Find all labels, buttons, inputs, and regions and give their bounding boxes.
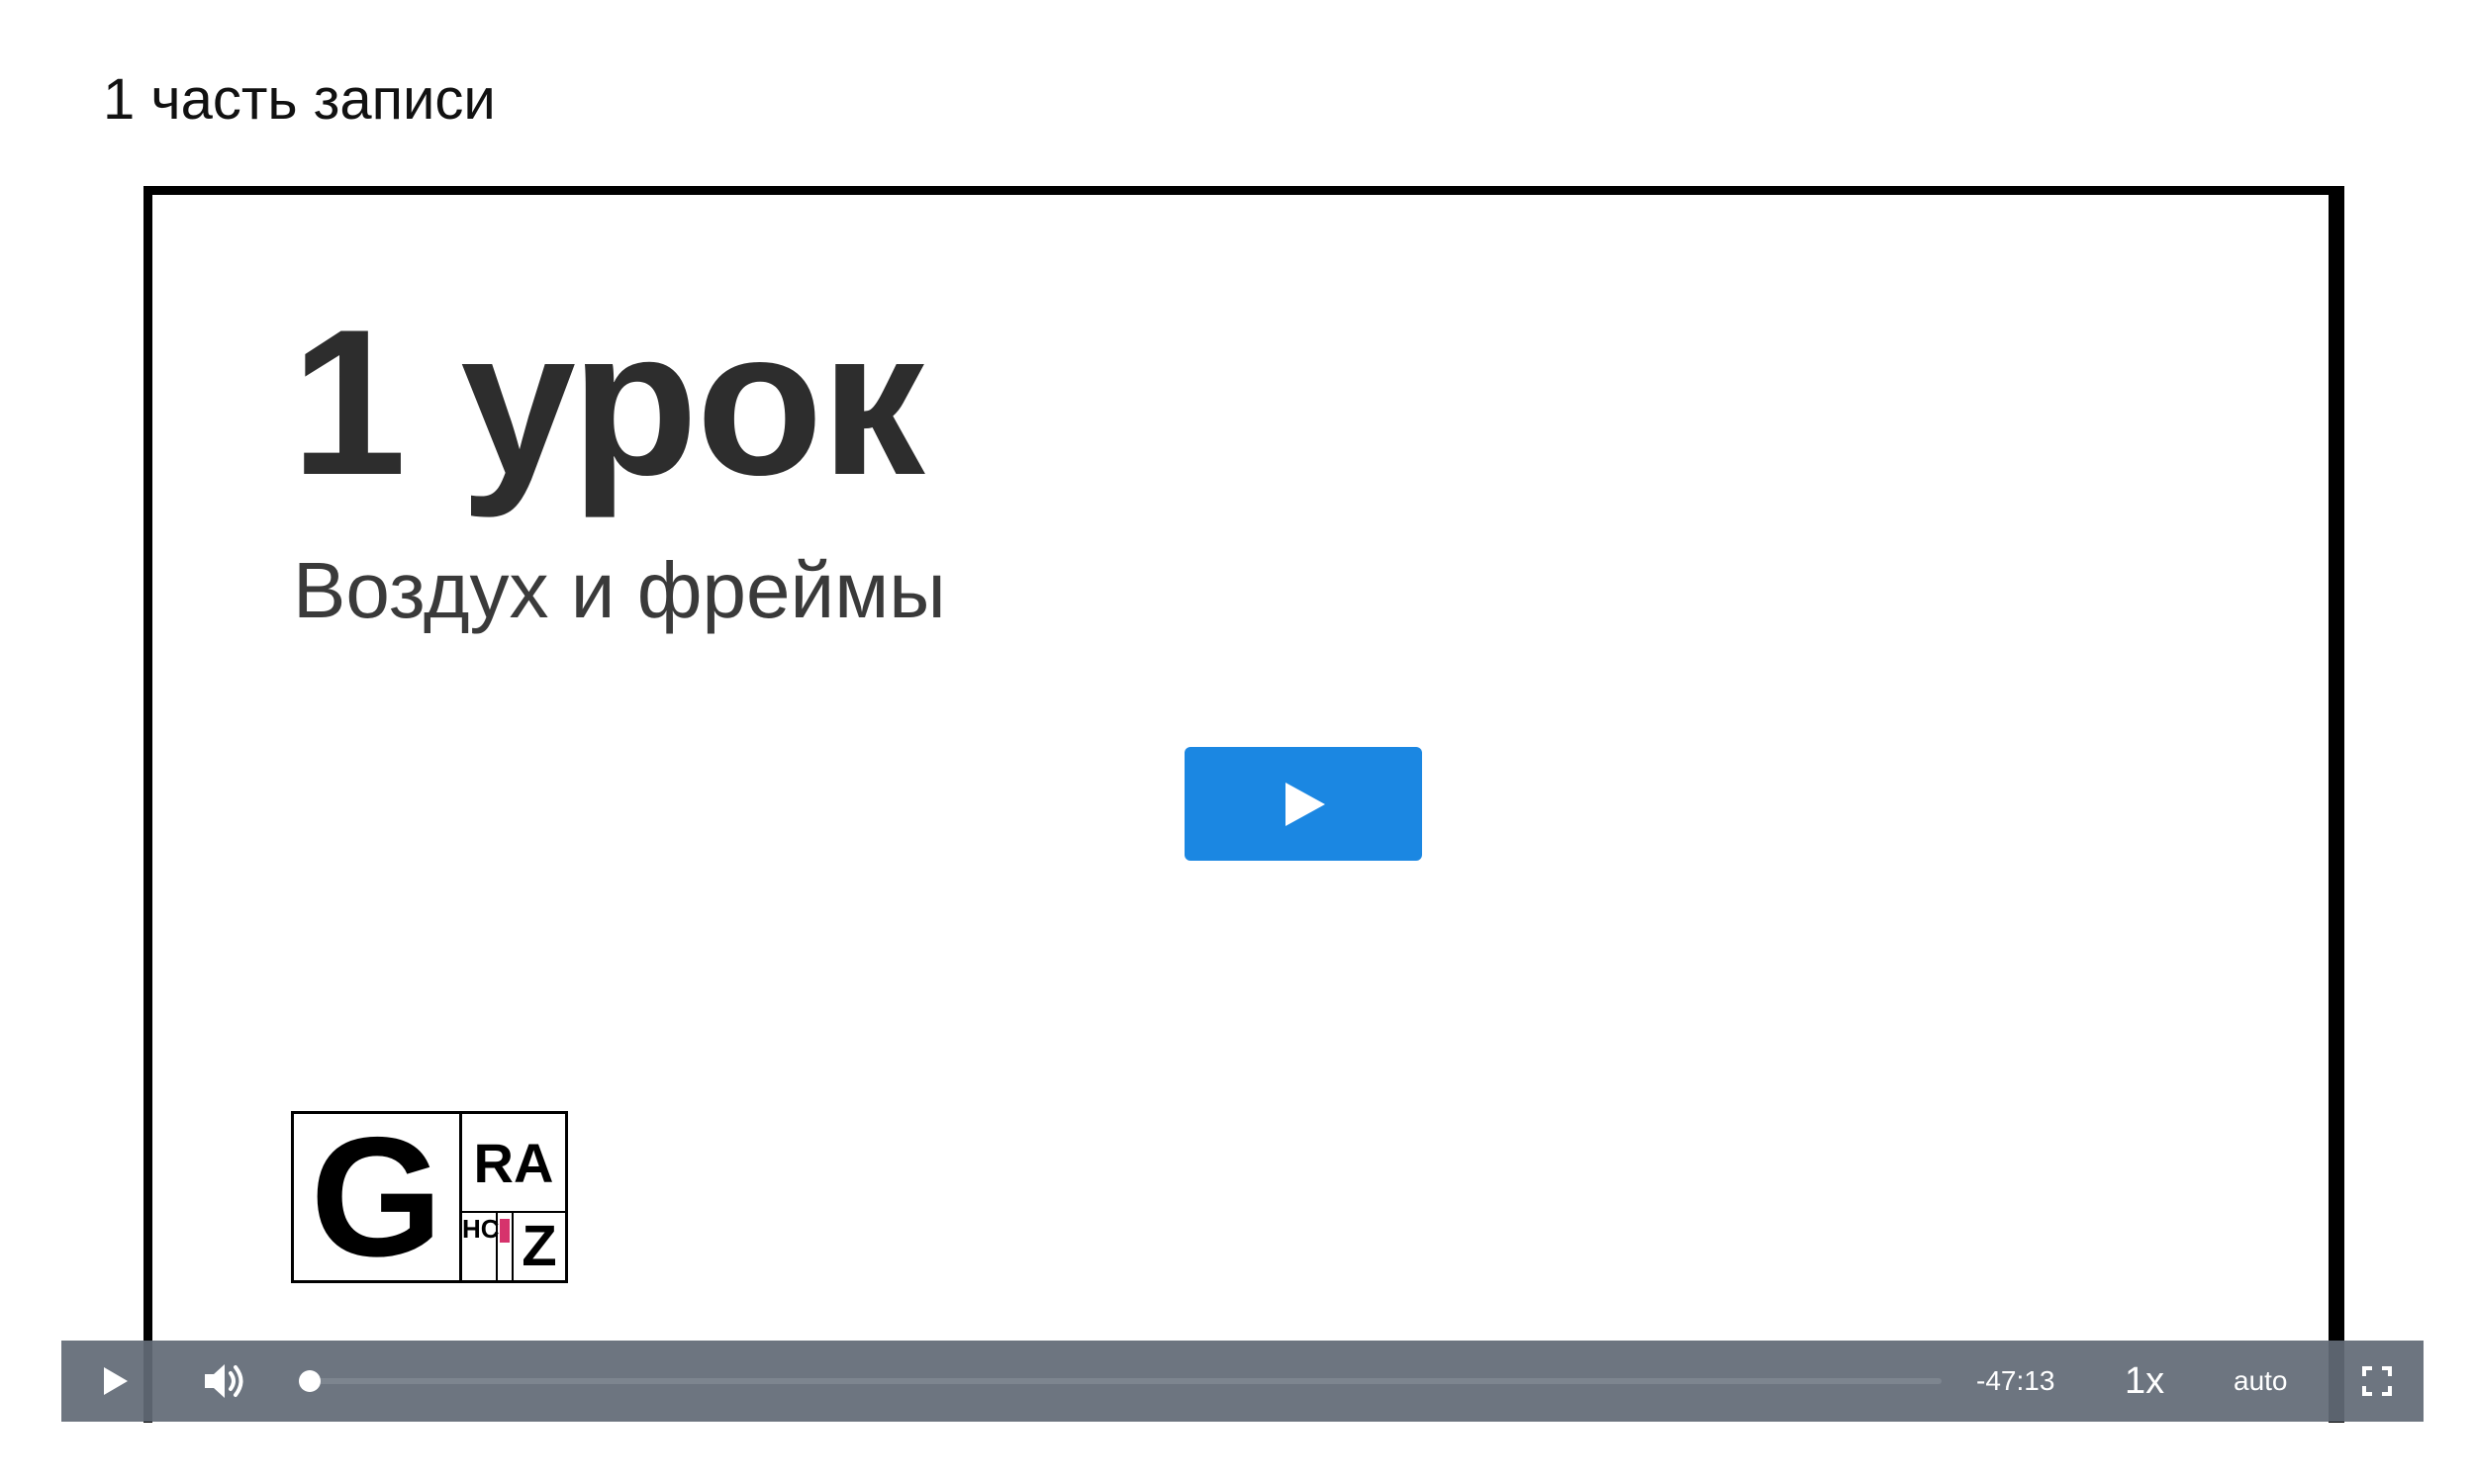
logo-letter-g: G: [294, 1112, 462, 1282]
lesson-subtitle: Воздух и фреймы: [293, 546, 946, 634]
section-title: 1 часть записи: [103, 67, 496, 132]
logo-letters-hc: HC: [462, 1213, 500, 1280]
progress-bar[interactable]: [299, 1370, 1942, 1392]
fullscreen-button[interactable]: [2342, 1341, 2412, 1422]
logo-letters-ra: RA: [462, 1114, 565, 1213]
page: 1 часть записи 1 урок Воздух и фреймы G …: [0, 0, 2474, 1484]
control-bar: -47:13 1x auto: [61, 1341, 2424, 1422]
volume-icon: [205, 1364, 243, 1398]
brand-logo: G RA HC Z: [291, 1111, 568, 1283]
logo-letter-z: Z: [512, 1213, 565, 1280]
lesson-title: 1 урок: [291, 286, 925, 518]
play-button[interactable]: [81, 1341, 150, 1422]
play-icon: [104, 1367, 128, 1395]
video-player[interactable]: 1 урок Воздух и фреймы G RA HC Z -47:13 …: [61, 186, 2424, 1423]
progress-handle[interactable]: [299, 1370, 321, 1392]
time-remaining: -47:13: [1976, 1365, 2055, 1396]
logo-accent-mark: [498, 1213, 512, 1280]
video-frame: 1 урок Воздух и фреймы G RA HC Z: [143, 186, 2344, 1423]
quality-button[interactable]: auto: [2234, 1341, 2288, 1422]
big-play-button[interactable]: [1185, 747, 1422, 861]
play-icon: [1285, 783, 1325, 826]
video-poster[interactable]: 1 урок Воздух и фреймы G RA HC Z: [152, 195, 2329, 1423]
volume-button[interactable]: [190, 1341, 259, 1422]
playback-speed-button[interactable]: 1x: [2125, 1341, 2164, 1422]
fullscreen-icon: [2362, 1366, 2392, 1396]
